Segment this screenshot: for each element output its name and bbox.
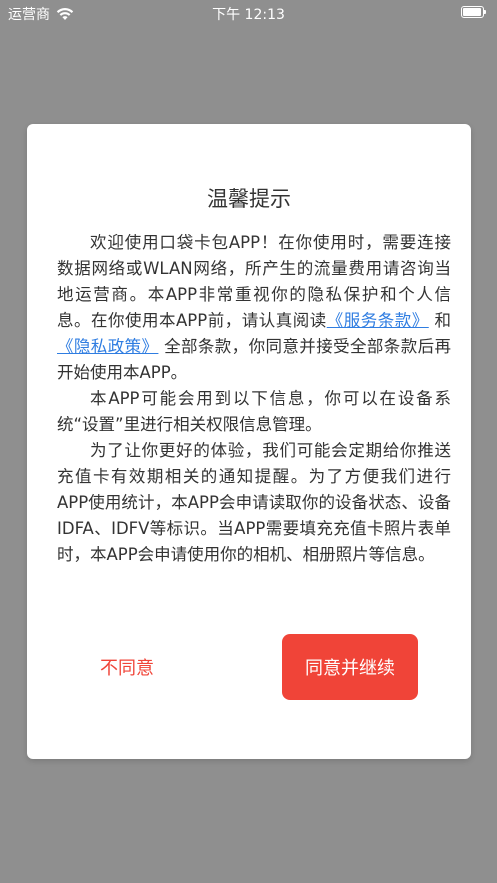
- battery-fill: [463, 8, 481, 16]
- paragraph-permissions: 本APP可能会用到以下信息，你可以在设备系统“设置”里进行相关权限信息管理。: [57, 389, 451, 434]
- status-time: 下午 12:13: [212, 7, 285, 23]
- terms-of-service-link[interactable]: 《服务条款》: [327, 311, 429, 330]
- privacy-dialog: 温馨提示 欢迎使用口袋卡包APP！在你使用时，需要连接数据网络或WLAN网络，所…: [27, 124, 471, 759]
- privacy-policy-link[interactable]: 《隐私政策》: [57, 337, 158, 356]
- and-text: 和: [428, 311, 452, 330]
- battery-icon: [461, 6, 487, 18]
- paragraph-data-usage: 为了让你更好的体验，我们可能会定期给你推送充值卡有效期相关的通知提醒。为了方便我…: [57, 441, 451, 564]
- dialog-body: 欢迎使用口袋卡包APP！在你使用时，需要连接数据网络或WLAN网络，所产生的流量…: [57, 230, 451, 568]
- status-bar: 运营商 下午 12:13: [0, 0, 497, 26]
- paragraph-welcome: 欢迎使用口袋卡包APP！在你使用时，需要连接数据网络或WLAN网络，所产生的流量…: [57, 230, 451, 386]
- battery-tip: [484, 10, 486, 14]
- agree-continue-button[interactable]: 同意并继续: [282, 634, 418, 700]
- disagree-button[interactable]: 不同意: [77, 634, 177, 700]
- dialog-title: 温馨提示: [207, 187, 291, 211]
